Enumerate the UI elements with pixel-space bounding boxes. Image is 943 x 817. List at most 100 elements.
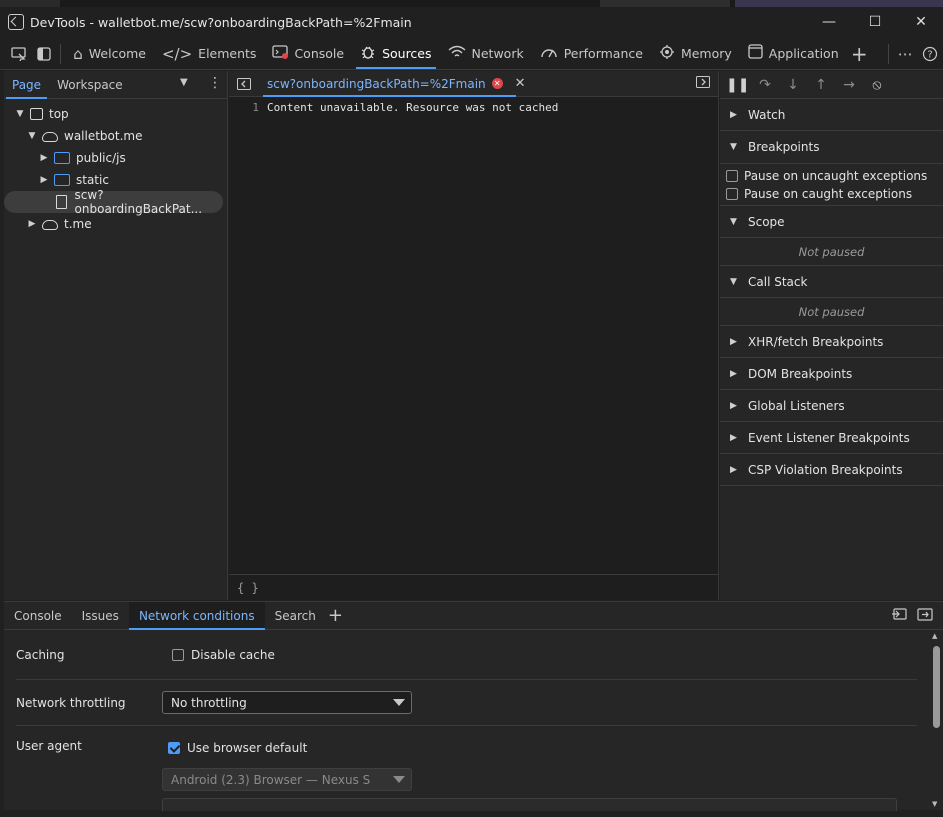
background-strip <box>0 0 943 7</box>
tab-sources[interactable]: Sources <box>352 38 439 70</box>
step-out-icon[interactable]: ↑ <box>810 77 832 93</box>
tab-performance[interactable]: Performance <box>532 38 651 70</box>
disable-cache-label: Disable cache <box>191 648 275 662</box>
help-icon[interactable]: ? <box>918 40 943 68</box>
tree-node-top[interactable]: ▼ top <box>4 103 227 125</box>
section-scope[interactable]: ▼ Scope <box>720 206 943 238</box>
scroll-up-icon[interactable]: ▲ <box>932 632 937 640</box>
ua-select-row: Android (2.3) Browser — Nexus S <box>162 768 412 791</box>
scroll-down-icon[interactable]: ▼ <box>932 800 937 808</box>
collapsed-arrow-icon: ▶ <box>40 153 48 163</box>
inspect-icon[interactable] <box>6 40 31 68</box>
tree-node-label: t.me <box>64 217 92 231</box>
divider <box>16 725 917 726</box>
step-icon[interactable]: → <box>838 77 860 93</box>
tree-node-walletbot[interactable]: ▼ walletbot.me <box>4 125 227 147</box>
section-global-listeners[interactable]: ▶ Global Listeners <box>720 390 943 422</box>
code-line[interactable]: 1 Content unavailable. Resource was not … <box>229 97 718 117</box>
scrollbar-thumb[interactable] <box>933 646 940 728</box>
add-tab-icon[interactable]: + <box>847 40 872 68</box>
tab-welcome[interactable]: ⌂ Welcome <box>65 38 154 70</box>
tree-node-label: walletbot.me <box>64 129 143 143</box>
toggle-navigator-icon[interactable] <box>229 77 259 90</box>
throttling-select[interactable]: No throttling <box>162 691 412 714</box>
drawer-tab-network-conditions[interactable]: Network conditions <box>128 601 265 630</box>
caching-row: Caching Disable cache <box>16 648 275 662</box>
drawer-tab-issues[interactable]: Issues <box>72 602 129 630</box>
section-title: Event Listener Breakpoints <box>748 430 910 445</box>
pause-caught-checkbox[interactable] <box>726 188 738 200</box>
option-label: Pause on caught exceptions <box>744 187 913 201</box>
tab-label: Performance <box>563 46 643 61</box>
drawer-tab-search[interactable]: Search <box>265 602 326 630</box>
bug-icon <box>360 44 376 64</box>
section-call-stack[interactable]: ▼ Call Stack <box>720 266 943 298</box>
user-agent-select: Android (2.3) Browser — Nexus S <box>162 768 412 791</box>
user-agent-label: User agent <box>16 739 82 753</box>
disable-cache-checkbox[interactable] <box>172 649 184 661</box>
add-drawer-tab-icon[interactable]: + <box>328 605 343 626</box>
pause-uncaught-checkbox[interactable] <box>726 170 738 182</box>
tab-elements[interactable]: </> Elements <box>154 38 264 70</box>
section-watch[interactable]: ▶ Watch <box>720 99 943 131</box>
chip-icon <box>659 44 675 64</box>
more-menu-icon[interactable]: ⋯ <box>893 40 918 68</box>
section-xhr-breakpoints[interactable]: ▶ XHR/fetch Breakpoints <box>720 326 943 358</box>
section-event-listener-breakpoints[interactable]: ▶ Event Listener Breakpoints <box>720 422 943 454</box>
tab-label: Elements <box>198 46 257 61</box>
section-title: XHR/fetch Breakpoints <box>748 334 884 349</box>
console-icon <box>272 44 289 63</box>
section-dom-breakpoints[interactable]: ▶ DOM Breakpoints <box>720 358 943 390</box>
step-into-icon[interactable]: ↓ <box>782 77 804 93</box>
devtools-app-icon <box>8 14 24 30</box>
chevron-down-icon[interactable]: ▼ <box>180 77 188 88</box>
tree-node-label: static <box>76 173 109 187</box>
tab-network[interactable]: Network <box>440 38 532 70</box>
tab-label: Console <box>294 46 345 61</box>
breakpoint-options: Pause on uncaught exceptions Pause on ca… <box>720 163 943 206</box>
step-over-icon[interactable]: ↷ <box>754 77 776 93</box>
use-browser-default-checkbox[interactable] <box>168 742 180 754</box>
close-drawer-icon[interactable] <box>917 607 933 624</box>
wifi-icon <box>448 45 466 63</box>
cloud-icon <box>42 220 58 230</box>
pause-icon[interactable]: ❚❚ <box>726 77 749 93</box>
tree-node-tme[interactable]: ▶ t.me <box>4 213 227 235</box>
section-csp-breakpoints[interactable]: ▶ CSP Violation Breakpoints <box>720 454 943 486</box>
section-breakpoints[interactable]: ▼ Breakpoints <box>720 131 943 163</box>
line-number: 1 <box>252 100 259 114</box>
drawer-scrollbar[interactable]: ▲ ▼ <box>932 632 940 808</box>
pretty-print-button[interactable]: { } <box>237 581 259 595</box>
toolbar-divider <box>887 43 889 64</box>
tab-memory[interactable]: Memory <box>651 38 740 70</box>
tab-console[interactable]: Console <box>264 38 352 70</box>
deactivate-breakpoints-icon[interactable]: ⦸ <box>866 77 888 93</box>
maximize-button[interactable]: ☐ <box>852 7 898 37</box>
folder-icon <box>54 152 70 164</box>
toggle-debugger-icon[interactable] <box>696 76 710 91</box>
expanded-arrow-icon: ▼ <box>730 276 737 287</box>
divider <box>16 679 917 680</box>
pause-caught-option[interactable]: Pause on caught exceptions <box>720 185 943 203</box>
kebab-menu-icon[interactable]: ⋮ <box>208 75 222 91</box>
folder-icon <box>54 174 70 186</box>
editor-tab-scw[interactable]: scw?onboardingBackPath=%2Fmain ✕ ✕ <box>259 71 534 97</box>
drawer-tab-console[interactable]: Console <box>4 602 72 630</box>
source-editor: scw?onboardingBackPath=%2Fmain ✕ ✕ 1 Con… <box>229 71 719 600</box>
tab-page[interactable]: Page <box>4 71 49 99</box>
tree-node-public-js[interactable]: ▶ public/js <box>4 147 227 169</box>
code-icon: </> <box>161 44 193 63</box>
drawer-tabs: Console Issues Network conditions Search… <box>4 601 943 630</box>
tree-node-label: public/js <box>76 151 126 165</box>
minimize-button[interactable]: — <box>806 7 852 37</box>
tab-workspace[interactable]: Workspace <box>49 71 131 99</box>
file-icon <box>56 195 67 209</box>
device-toggle-icon[interactable] <box>31 40 56 68</box>
tab-application[interactable]: Application <box>740 38 847 70</box>
close-tab-icon[interactable]: ✕ <box>515 76 526 91</box>
close-button[interactable]: ✕ <box>898 7 943 37</box>
tree-node-scw-file[interactable]: scw?onboardingBackPat... <box>4 188 223 216</box>
collapsed-arrow-icon: ▶ <box>730 368 737 379</box>
pause-uncaught-option[interactable]: Pause on uncaught exceptions <box>720 167 943 185</box>
dock-drawer-icon[interactable] <box>891 607 907 624</box>
